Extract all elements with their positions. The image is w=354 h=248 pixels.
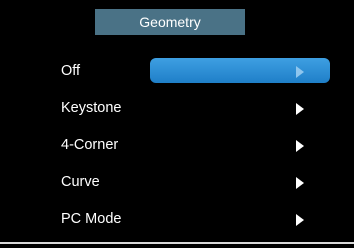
triangle-right-icon — [296, 140, 304, 152]
geometry-menu: Off Keystone 4-Corner Curve PC Mode — [0, 53, 354, 238]
triangle-right-icon — [296, 177, 304, 189]
menu-item-pc-mode[interactable]: PC Mode — [0, 201, 354, 238]
menu-item-keystone[interactable]: Keystone — [0, 90, 354, 127]
menu-item-label: Off — [61, 63, 81, 79]
triangle-right-icon — [296, 214, 304, 226]
triangle-right-icon — [296, 103, 304, 115]
menu-item-label: PC Mode — [61, 211, 122, 227]
menu-title: Geometry — [95, 9, 245, 35]
menu-item-off[interactable]: Off — [0, 53, 354, 90]
divider — [0, 242, 354, 244]
menu-item-curve[interactable]: Curve — [0, 164, 354, 201]
menu-item-4-corner[interactable]: 4-Corner — [0, 127, 354, 164]
menu-item-label: 4-Corner — [61, 137, 119, 153]
triangle-right-icon — [296, 66, 304, 78]
menu-item-label: Curve — [61, 174, 100, 190]
menu-item-label: Keystone — [61, 100, 122, 116]
